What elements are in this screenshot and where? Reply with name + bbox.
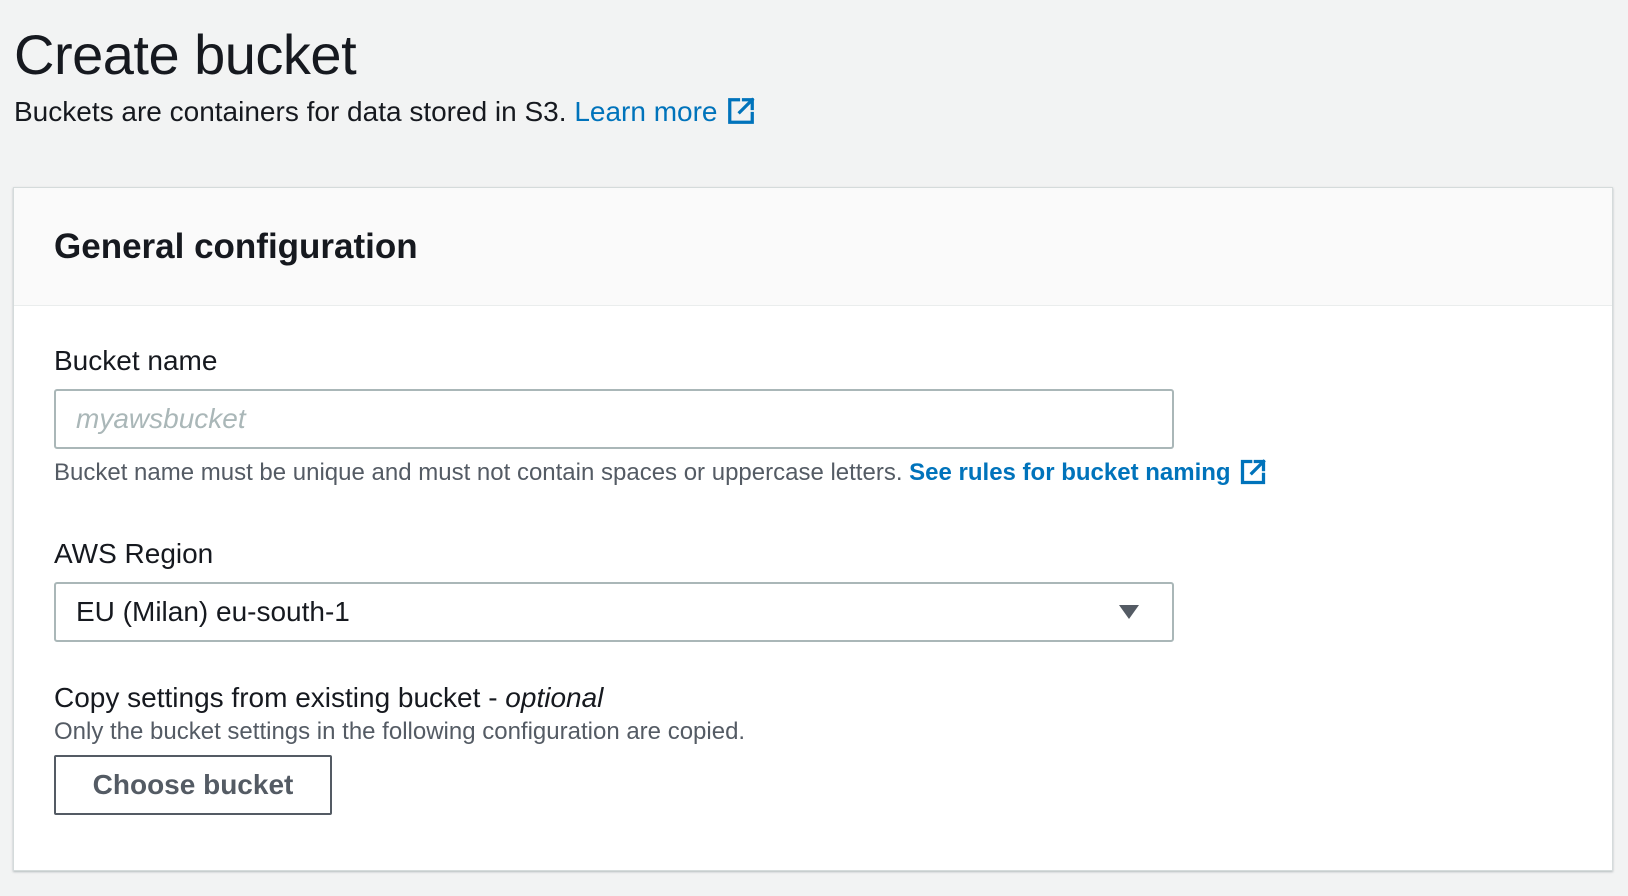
bucket-name-help-text: Bucket name must be unique and must not … — [54, 459, 903, 486]
bucket-naming-rules-label: See rules for bucket naming — [909, 459, 1231, 486]
external-link-icon — [1239, 458, 1267, 486]
general-configuration-panel: General configuration Bucket name Bucket… — [13, 187, 1613, 871]
learn-more-label: Learn more — [574, 96, 718, 127]
page-title: Create bucket — [14, 23, 357, 86]
aws-region-selected: EU (Milan) eu-south-1 — [76, 596, 350, 627]
optional-label: optional — [505, 682, 604, 713]
copy-settings-label-text: Copy settings from existing bucket - — [54, 682, 506, 713]
page-description-text: Buckets are containers for data stored i… — [14, 96, 567, 127]
learn-more-link[interactable]: Learn more — [574, 96, 755, 127]
copy-settings-label: Copy settings from existing bucket - opt… — [54, 681, 603, 715]
page-description: Buckets are containers for data stored i… — [14, 94, 1604, 130]
caret-down-icon — [1118, 604, 1140, 620]
bucket-name-input[interactable] — [54, 389, 1174, 449]
panel-title: General configuration — [54, 226, 418, 266]
bucket-name-help: Bucket name must be unique and must not … — [54, 458, 1267, 488]
panel-header: General configuration — [14, 188, 1612, 306]
copy-settings-help: Only the bucket settings in the followin… — [54, 718, 746, 745]
aws-region-select[interactable]: EU (Milan) eu-south-1 — [54, 582, 1174, 642]
bucket-name-label: Bucket name — [54, 345, 218, 376]
bucket-naming-rules-link[interactable]: See rules for bucket naming — [909, 459, 1266, 486]
external-link-icon — [726, 96, 756, 126]
aws-region-label: AWS Region — [54, 538, 214, 569]
choose-bucket-button[interactable]: Choose bucket — [54, 755, 332, 815]
page-header: Create bucket Buckets are containers for… — [14, 22, 1604, 130]
